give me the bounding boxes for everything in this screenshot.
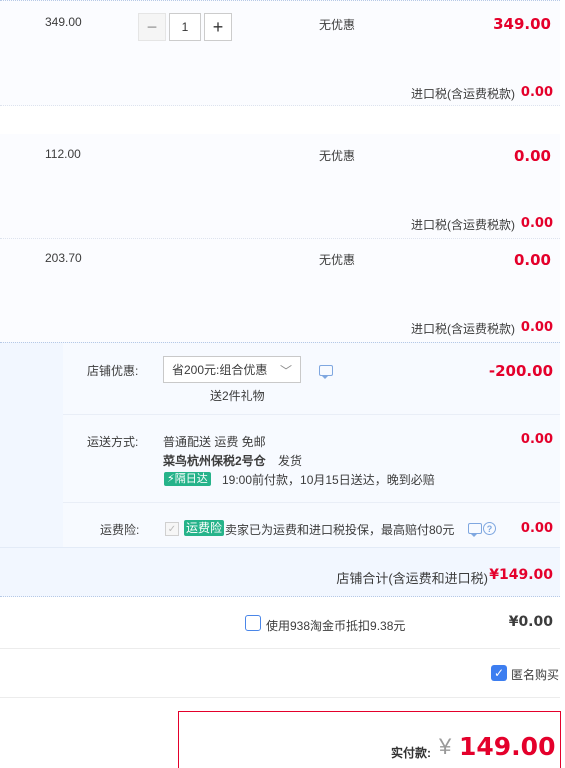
warehouse-name: 菜鸟杭州保税2号仓 (163, 454, 266, 468)
currency-symbol: ¥ (439, 734, 452, 759)
shop-total-label: 店铺合计(含运费和进口税) (336, 571, 488, 586)
delivery-promise: 19:00前付款，10月15日送达，晚到必赔 (222, 473, 435, 487)
payment-summary-box: 实付款: ¥ 149.00 (178, 711, 561, 768)
quantity-input[interactable]: 1 (169, 13, 201, 41)
message-icon[interactable] (319, 365, 333, 379)
increase-quantity-button[interactable]: + (204, 13, 232, 41)
coins-label: 使用938淘金币抵扣9.38元 (266, 619, 406, 633)
payment-amount: 149.00 (459, 732, 556, 761)
decrease-quantity-button[interactable]: − (138, 13, 166, 41)
shipping-label: 运送方式: (87, 435, 139, 449)
quantity-stepper[interactable]: − 1 + (138, 13, 232, 41)
shop-discount-selected: 省200元:组合优惠 (172, 363, 268, 377)
shop-discount-row: 店铺优惠: 省200元:组合优惠 ﹀ 送2件礼物 -200.00 (63, 343, 560, 415)
item-promo: 无优惠 (319, 149, 356, 163)
ship-action: 发货 (278, 454, 303, 468)
gift-text: 送2件礼物 (210, 389, 265, 403)
message-icon[interactable] (468, 523, 482, 537)
order-item-3: 203.70 无优惠 0.00 进口税(含运费税款) 0.00 (0, 239, 560, 342)
insurance-badge: 运费险 (184, 520, 225, 536)
shop-total-value: ¥149.00 (489, 567, 553, 583)
help-icon[interactable]: ? (483, 522, 496, 535)
next-day-badge: ⚡隔日达 (164, 472, 211, 486)
divider (0, 697, 560, 698)
order-item-2: 112.00 无优惠 0.00 进口税(含运费税款) 0.00 (0, 134, 560, 239)
shop-discount-select[interactable]: 省200元:组合优惠 ﹀ (163, 356, 301, 383)
insurance-checkbox[interactable]: ✓ (165, 522, 179, 536)
item-promo: 无优惠 (319, 253, 356, 267)
item-subtotal: 349.00 (493, 15, 551, 33)
import-tax-value: 0.00 (520, 85, 553, 100)
payment-label: 实付款: (391, 746, 431, 760)
item-subtotal: 0.00 (513, 147, 551, 165)
insurance-text: 卖家已为运费和进口税投保，最高赔付80元 (225, 523, 455, 537)
shipping-method: 普通配送 运费 免邮 (163, 435, 266, 449)
item-promo: 无优惠 (319, 18, 356, 32)
shop-total-row: 店铺合计(含运费和进口税) ¥149.00 (0, 547, 560, 598)
coins-checkbox[interactable] (245, 615, 261, 631)
import-tax-value: 0.00 (520, 320, 553, 335)
shop-discount-label: 店铺优惠: (87, 364, 139, 378)
import-tax-label: 进口税(含运费税款) (411, 322, 515, 336)
item-price: 349.00 (45, 15, 82, 29)
divider (0, 648, 560, 649)
shipping-value: 0.00 (520, 432, 553, 447)
item-subtotal: 0.00 (513, 251, 551, 269)
item-price: 112.00 (45, 147, 81, 161)
coins-value: ¥0.00 (508, 614, 553, 630)
import-tax-label: 进口税(含运费税款) (411, 218, 515, 232)
insurance-value: 0.00 (520, 521, 553, 536)
shipping-insurance-row: 运费险: ✓ 运费险 卖家已为运费和进口税投保，最高赔付80元 ? 0.00 (63, 503, 560, 547)
anonymous-checkbox[interactable]: ✓ (491, 665, 507, 681)
import-tax-label: 进口税(含运费税款) (411, 87, 515, 101)
chevron-down-icon: ﹀ (279, 364, 292, 378)
import-tax-value: 0.00 (520, 216, 553, 231)
anonymous-label: 匿名购买 (511, 668, 560, 682)
order-item-1: 349.00 − 1 + 无优惠 349.00 进口税(含运费税款) 0.00 (0, 0, 560, 106)
item-price: 203.70 (45, 251, 82, 265)
shop-discount-value: -200.00 (488, 362, 553, 380)
insurance-label: 运费险: (100, 523, 140, 537)
shop-summary-panel: 店铺优惠: 省200元:组合优惠 ﹀ 送2件礼物 -200.00 运送方式: 普… (0, 342, 560, 597)
shipping-row: 运送方式: 普通配送 运费 免邮 菜鸟杭州保税2号仓 发货 ⚡隔日达 19:00… (63, 415, 560, 503)
